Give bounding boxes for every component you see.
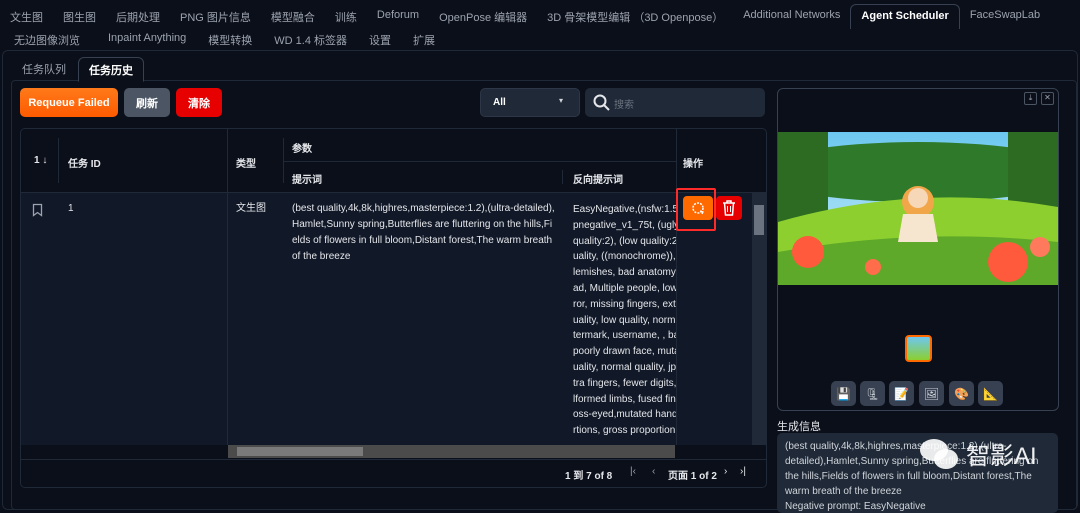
main-tabs-row1: 文生图 图生图 后期处理 PNG 图片信息 模型融合 训练 Deforum Op… (0, 4, 1080, 29)
header-params: 参数 (292, 144, 312, 155)
pagination-range: 1 到 7 of 8 (565, 471, 613, 482)
tab[interactable]: PNG 图片信息 (170, 9, 261, 29)
subtab-queue[interactable]: 任务队列 (22, 61, 66, 77)
cell-negative: EasyNegative,(nsfw:1.5), pnegative_v1_75t… (573, 202, 676, 445)
main-tabs-row2: 无边图像浏览 Inpaint Anything 模型转换 WD 1.4 标签器 … (0, 32, 1080, 48)
zip-icon[interactable]: 🗜 (860, 381, 885, 406)
tab[interactable]: 扩展 (401, 32, 445, 48)
ruler-icon[interactable]: 📐 (978, 381, 1003, 406)
watermark-text: 智影AI (966, 443, 1037, 470)
negative-line: oss-eyed,mutated hand (573, 409, 676, 421)
filter-value: All (493, 97, 506, 108)
refresh-button[interactable]: 刷新 (124, 88, 170, 117)
text-icon[interactable]: 📝 (889, 381, 914, 406)
wechat-logo-icon (920, 438, 958, 469)
pagination-page: 页面 1 of 2 (668, 471, 717, 482)
negative-line: EasyNegative,(nsfw:1.5), (573, 204, 676, 215)
delete-button[interactable] (716, 196, 742, 220)
tab[interactable]: 设置 (357, 32, 401, 48)
first-page-icon[interactable]: |‹ (630, 466, 636, 477)
image-icon[interactable]: 🖼 (919, 381, 944, 406)
watermark: 智影AI (918, 436, 1037, 471)
negative-line: rtions, gross proportion (573, 425, 676, 437)
search-icon (593, 94, 610, 111)
negative-line: lformed limbs, fused fin (573, 393, 676, 405)
tab[interactable]: 图生图 (53, 9, 106, 29)
tab[interactable]: Deforum (367, 9, 429, 29)
chevron-down-icon: ▾ (559, 96, 564, 105)
negative-line: ad, Multiple people, low (573, 282, 676, 294)
download-icon[interactable]: ⤓ (1024, 92, 1037, 105)
thumbnail[interactable] (905, 335, 932, 362)
header-prompt[interactable]: 提示词 (292, 171, 322, 186)
header-negative[interactable]: 反向提示词 (573, 171, 623, 186)
negative-line: ror, missing fingers, extr (573, 298, 676, 310)
generated-image[interactable] (778, 132, 1058, 285)
prev-page-icon[interactable]: ‹ (652, 466, 655, 477)
tab-agent-scheduler[interactable]: Agent Scheduler (850, 4, 960, 29)
cell-prompt: (best quality,4k,8k,highres,masterpiece:… (292, 203, 555, 262)
subtab-history[interactable]: 任务历史 (78, 57, 144, 82)
tab[interactable]: 无边图像浏览 (0, 32, 90, 48)
tab[interactable]: 模型转换 (196, 32, 262, 48)
sort-indicator[interactable]: 1 ↓ (34, 155, 47, 166)
negative-line: termark, username, , ba (573, 330, 676, 342)
search-input[interactable]: 搜索 (585, 88, 765, 117)
tab[interactable]: WD 1.4 标签器 (262, 32, 357, 48)
negative-line: uality, normal quality, jp (573, 361, 676, 373)
next-page-icon[interactable]: › (724, 466, 727, 477)
header-task-id[interactable]: 任务 ID (68, 155, 101, 170)
highlight-box (676, 188, 716, 231)
negative-line: uality, ((monochrome)), (573, 251, 676, 263)
negative-line: poorly drawn face, muta (573, 346, 676, 358)
tab[interactable]: 3D 骨架模型编辑 （3D Openpose） (537, 9, 733, 29)
clear-button[interactable]: 清除 (176, 88, 222, 117)
horizontal-scrollbar[interactable] (228, 445, 675, 458)
tab[interactable]: 模型融合 (261, 9, 325, 29)
requeue-failed-button[interactable]: Requeue Failed (20, 88, 118, 117)
tab[interactable]: 训练 (325, 9, 367, 29)
info-negative: Negative prompt: EasyNegative (785, 501, 926, 512)
tab[interactable]: Additional Networks (733, 9, 850, 29)
trash-icon (723, 200, 735, 216)
cell-task-id: 1 (68, 203, 74, 214)
vertical-scrollbar[interactable] (752, 193, 766, 445)
status-filter-select[interactable]: All ▾ (480, 88, 580, 117)
info-label: 生成信息 (777, 421, 821, 433)
tab[interactable]: OpenPose 编辑器 (429, 9, 537, 29)
tab[interactable]: 文生图 (0, 9, 53, 29)
search-placeholder: 搜索 (614, 100, 634, 111)
header-actions: 操作 (683, 159, 703, 170)
negative-line: pnegative_v1_75t, (ugly (573, 219, 676, 231)
tab[interactable]: Inpaint Anything (90, 32, 196, 48)
cell-type: 文生图 (236, 203, 266, 214)
tab[interactable]: FaceSwapLab (960, 9, 1050, 29)
negative-line: uality, low quality, norm (573, 314, 676, 326)
save-icon[interactable]: 💾 (831, 381, 856, 406)
header-type[interactable]: 类型 (236, 155, 256, 170)
last-page-icon[interactable]: ›| (740, 466, 746, 477)
negative-line: tra fingers, fewer digits, (573, 377, 676, 389)
palette-icon[interactable]: 🎨 (949, 381, 974, 406)
negative-line: lemishes, bad anatomy, (573, 267, 676, 279)
close-icon[interactable]: ✕ (1041, 92, 1054, 105)
negative-line: quality:2), (low quality:2 (573, 235, 676, 247)
tab[interactable]: 后期处理 (106, 9, 170, 29)
bookmark-icon[interactable] (32, 203, 43, 217)
